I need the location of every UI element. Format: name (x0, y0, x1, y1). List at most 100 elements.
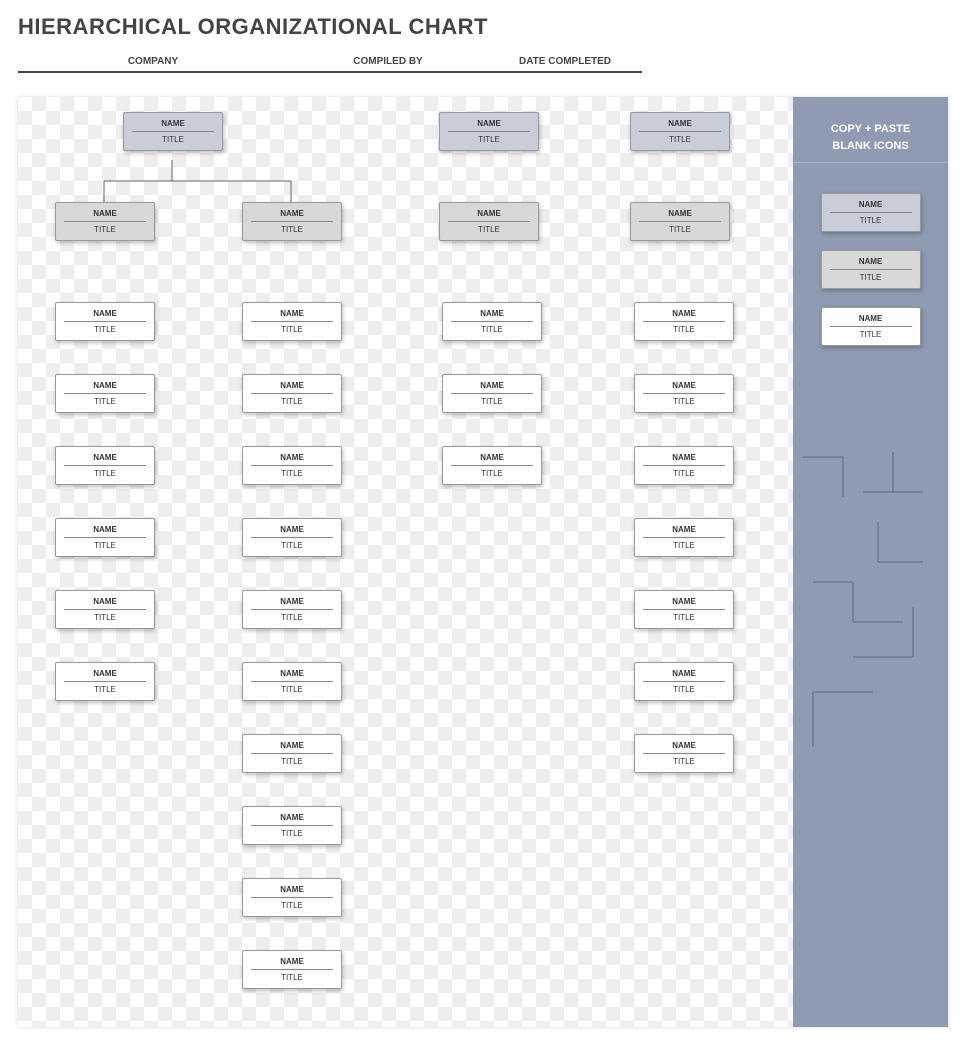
node-name: NAME (243, 951, 341, 969)
node-title: TITLE (635, 538, 733, 556)
org-node-top-1[interactable]: NAMETITLE (439, 112, 539, 151)
org-node-leaf-0-1-2[interactable]: NAMETITLE (242, 446, 342, 485)
org-node-leaf-0-0-1[interactable]: NAMETITLE (55, 374, 155, 413)
node-name: NAME (56, 519, 154, 537)
org-node-leaf-0-1-1[interactable]: NAMETITLE (242, 374, 342, 413)
node-title: TITLE (635, 754, 733, 772)
org-node-leaf-0-1-7[interactable]: NAMETITLE (242, 806, 342, 845)
node-title: TITLE (243, 826, 341, 844)
node-name: NAME (822, 251, 920, 269)
org-node-leaf-0-1-6[interactable]: NAMETITLE (242, 734, 342, 773)
node-title: TITLE (124, 132, 222, 150)
node-name: NAME (635, 591, 733, 609)
org-node-mid-0-0[interactable]: NAMETITLE (55, 202, 155, 241)
node-name: NAME (56, 591, 154, 609)
node-title: TITLE (243, 754, 341, 772)
node-name: NAME (822, 194, 920, 212)
org-node-mid-1-0[interactable]: NAMETITLE (439, 202, 539, 241)
node-title: TITLE (822, 327, 920, 345)
org-chart-canvas[interactable]: NAMETITLENAMETITLENAMETITLENAMETITLENAME… (18, 97, 948, 1027)
header-date-completed: DATE COMPLETED (488, 52, 642, 71)
org-node-leaf-0-0-5[interactable]: NAMETITLE (55, 662, 155, 701)
node-title: TITLE (56, 322, 154, 340)
node-name: NAME (635, 303, 733, 321)
node-title: TITLE (56, 538, 154, 556)
org-node-leaf-2-0-2[interactable]: NAMETITLE (634, 446, 734, 485)
org-node-leaf-0-1-4[interactable]: NAMETITLE (242, 590, 342, 629)
page-title: HIERARCHICAL ORGANIZATIONAL CHART (0, 0, 973, 46)
org-node-leaf-2-0-6[interactable]: NAMETITLE (634, 734, 734, 773)
node-title: TITLE (631, 132, 729, 150)
node-title: TITLE (440, 222, 538, 240)
org-node-leaf-2-0-4[interactable]: NAMETITLE (634, 590, 734, 629)
node-title: TITLE (440, 132, 538, 150)
org-node-leaf-0-1-0[interactable]: NAMETITLE (242, 302, 342, 341)
org-node-leaf-0-1-3[interactable]: NAMETITLE (242, 518, 342, 557)
org-node-top-2[interactable]: NAMETITLE (630, 112, 730, 151)
node-name: NAME (243, 735, 341, 753)
org-node-mid-2-0[interactable]: NAMETITLE (630, 202, 730, 241)
org-node-leaf-0-0-2[interactable]: NAMETITLE (55, 446, 155, 485)
node-name: NAME (635, 735, 733, 753)
node-name: NAME (56, 203, 154, 221)
org-node-leaf-1-0-0[interactable]: NAMETITLE (442, 302, 542, 341)
org-node-leaf-2-0-5[interactable]: NAMETITLE (634, 662, 734, 701)
node-title: TITLE (443, 466, 541, 484)
sidebar-panel: COPY + PASTE BLANK ICONS NAMETITLENAMETI… (793, 97, 948, 1027)
sidebar-template-node-lvl2[interactable]: NAMETITLE (821, 250, 921, 289)
node-name: NAME (440, 203, 538, 221)
header-company: COMPANY (18, 52, 288, 71)
node-title: TITLE (635, 322, 733, 340)
sidebar-template-node-lvl3[interactable]: NAMETITLE (821, 307, 921, 346)
org-node-leaf-0-1-8[interactable]: NAMETITLE (242, 878, 342, 917)
org-node-mid-0-1[interactable]: NAMETITLE (242, 202, 342, 241)
org-node-leaf-1-0-1[interactable]: NAMETITLE (442, 374, 542, 413)
node-name: NAME (124, 113, 222, 131)
node-title: TITLE (635, 394, 733, 412)
org-node-leaf-0-1-9[interactable]: NAMETITLE (242, 950, 342, 989)
node-name: NAME (440, 113, 538, 131)
sidebar-connector-samples (793, 447, 948, 767)
org-node-leaf-0-0-4[interactable]: NAMETITLE (55, 590, 155, 629)
node-name: NAME (243, 519, 341, 537)
node-title: TITLE (243, 970, 341, 988)
node-name: NAME (443, 447, 541, 465)
node-name: NAME (243, 447, 341, 465)
node-title: TITLE (635, 682, 733, 700)
org-node-leaf-2-0-1[interactable]: NAMETITLE (634, 374, 734, 413)
node-name: NAME (635, 663, 733, 681)
org-node-leaf-0-1-5[interactable]: NAMETITLE (242, 662, 342, 701)
node-title: TITLE (243, 222, 341, 240)
node-name: NAME (822, 308, 920, 326)
node-title: TITLE (56, 610, 154, 628)
node-name: NAME (635, 519, 733, 537)
node-name: NAME (56, 447, 154, 465)
org-node-leaf-1-0-2[interactable]: NAMETITLE (442, 446, 542, 485)
node-name: NAME (635, 375, 733, 393)
node-name: NAME (443, 375, 541, 393)
org-node-leaf-0-0-0[interactable]: NAMETITLE (55, 302, 155, 341)
node-name: NAME (243, 663, 341, 681)
node-name: NAME (56, 375, 154, 393)
node-title: TITLE (243, 682, 341, 700)
node-title: TITLE (635, 610, 733, 628)
node-title: TITLE (56, 466, 154, 484)
node-title: TITLE (631, 222, 729, 240)
sidebar-title: COPY + PASTE BLANK ICONS (793, 97, 948, 162)
node-name: NAME (243, 303, 341, 321)
node-name: NAME (635, 447, 733, 465)
sidebar-template-node-lvl1[interactable]: NAMETITLE (821, 193, 921, 232)
node-title: TITLE (443, 394, 541, 412)
node-name: NAME (243, 807, 341, 825)
org-node-leaf-2-0-0[interactable]: NAMETITLE (634, 302, 734, 341)
org-node-leaf-0-0-3[interactable]: NAMETITLE (55, 518, 155, 557)
node-name: NAME (631, 203, 729, 221)
node-name: NAME (243, 203, 341, 221)
node-title: TITLE (243, 466, 341, 484)
org-node-leaf-2-0-3[interactable]: NAMETITLE (634, 518, 734, 557)
node-title: TITLE (56, 682, 154, 700)
node-name: NAME (243, 375, 341, 393)
org-node-top-0[interactable]: NAMETITLE (123, 112, 223, 151)
header-row: COMPANY COMPILED BY DATE COMPLETED (18, 52, 642, 73)
node-title: TITLE (56, 394, 154, 412)
